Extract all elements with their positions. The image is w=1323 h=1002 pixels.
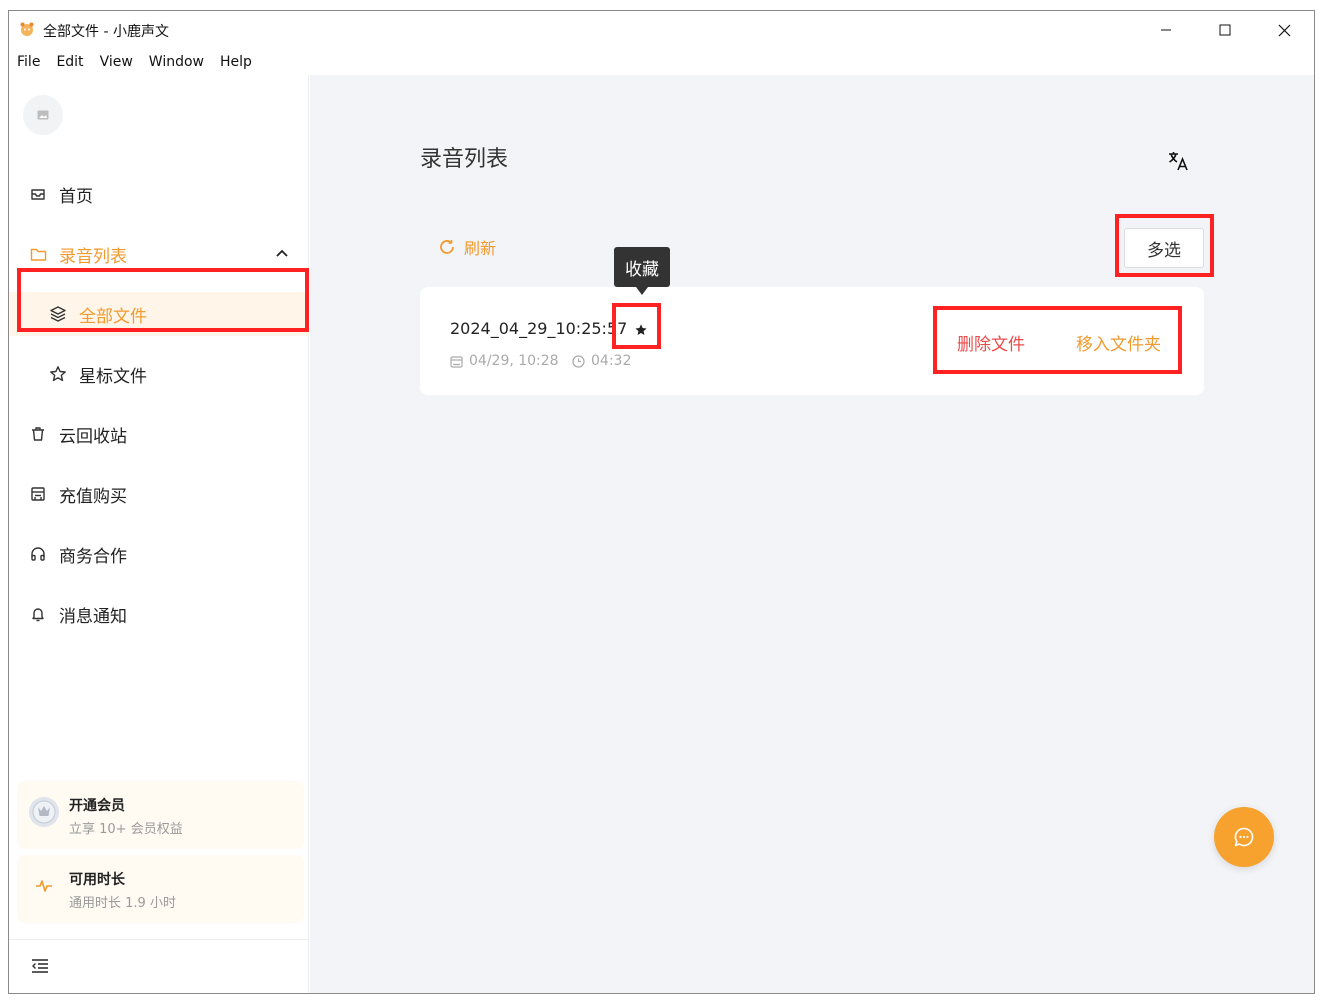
bell-icon	[29, 605, 47, 623]
image-placeholder-icon	[37, 110, 49, 120]
page-title: 录音列表	[420, 147, 509, 172]
vip-card-subtitle: 立享 10+ 会员权益	[69, 822, 183, 837]
menu-help[interactable]: Help	[212, 54, 260, 70]
avatar[interactable]	[23, 95, 63, 135]
folder-icon	[29, 245, 47, 263]
vip-card[interactable]: 开通会员 立享 10+ 会员权益	[17, 781, 304, 849]
sidebar-item-label: 全部文件	[79, 306, 147, 327]
favorite-button[interactable]	[630, 319, 652, 341]
inbox-icon	[29, 185, 47, 203]
refresh-icon	[438, 238, 456, 256]
star-outline-icon	[49, 365, 67, 383]
layers-icon	[49, 305, 67, 323]
time-card-subtitle: 通用时长 1.9 小时	[69, 896, 176, 911]
sidebar-item-label: 首页	[59, 186, 93, 207]
calendar-icon	[450, 355, 463, 368]
menu-window[interactable]: Window	[141, 54, 212, 70]
multi-select-button[interactable]: 多选	[1124, 228, 1204, 268]
menu-edit[interactable]: Edit	[48, 54, 91, 70]
sidebar: 首页 录音列表 全部文件 星标文件 云回收站 充值购买 商务合作 消息通知 开通…	[9, 75, 309, 993]
file-duration: 04:32	[572, 353, 631, 369]
collapse-sidebar-button[interactable]	[29, 955, 51, 977]
file-date-text: 04/29, 10:28	[469, 353, 559, 369]
sidebar-item-label: 录音列表	[59, 246, 127, 267]
maximize-button[interactable]	[1196, 11, 1254, 49]
sidebar-item-label: 消息通知	[59, 606, 127, 627]
sidebar-item-label: 商务合作	[59, 546, 127, 567]
sidebar-item-recordings[interactable]: 录音列表	[9, 232, 309, 276]
store-icon	[29, 485, 47, 503]
file-list-item[interactable]: 2024_04_29_10:25:57 04/29, 10:28 04:32 删…	[420, 287, 1204, 395]
translate-button[interactable]	[1166, 149, 1190, 173]
app-logo-icon	[20, 22, 34, 36]
sidebar-item-business[interactable]: 商务合作	[9, 532, 309, 576]
sidebar-item-home[interactable]: 首页	[9, 172, 309, 216]
move-to-folder-button[interactable]: 移入文件夹	[1076, 330, 1161, 355]
close-icon	[1278, 24, 1290, 36]
app-window: 全部文件 - 小鹿声文 File Edit View Window Help 首…	[8, 10, 1315, 994]
trash-icon	[29, 425, 47, 443]
file-name: 2024_04_29_10:25:57	[450, 319, 628, 338]
menu-file[interactable]: File	[9, 54, 48, 70]
delete-file-button[interactable]: 删除文件	[957, 330, 1025, 355]
menu-collapse-icon	[32, 959, 48, 973]
menu-bar: File Edit View Window Help	[9, 49, 260, 75]
vip-card-title: 开通会员	[69, 798, 125, 814]
file-date: 04/29, 10:28	[450, 353, 559, 369]
sidebar-item-label: 云回收站	[59, 426, 127, 447]
sidebar-item-starred[interactable]: 星标文件	[9, 352, 309, 396]
menu-view[interactable]: View	[92, 54, 141, 70]
star-filled-icon	[635, 324, 647, 335]
headphones-icon	[29, 545, 47, 563]
clock-icon	[572, 354, 585, 368]
refresh-button[interactable]: 刷新	[438, 235, 496, 259]
sidebar-divider	[9, 939, 309, 940]
main-content: 录音列表 刷新 多选 2024_04_29_10:25:57 04/29, 10…	[310, 75, 1314, 993]
maximize-icon	[1219, 24, 1231, 36]
chevron-up-icon[interactable]	[275, 246, 289, 260]
window-title: 全部文件 - 小鹿声文	[43, 24, 169, 40]
available-time-card[interactable]: 可用时长 通用时长 1.9 小时	[17, 855, 304, 923]
sidebar-item-purchase[interactable]: 充值购买	[9, 472, 309, 516]
vip-badge-icon	[27, 795, 61, 829]
title-bar: 全部文件 - 小鹿声文	[9, 11, 1314, 49]
sidebar-item-label: 星标文件	[79, 366, 147, 387]
sidebar-item-all-files[interactable]: 全部文件	[9, 292, 309, 336]
time-card-title: 可用时长	[69, 872, 125, 888]
sidebar-item-notifications[interactable]: 消息通知	[9, 592, 309, 636]
file-duration-text: 04:32	[591, 353, 632, 369]
sidebar-item-label: 充值购买	[59, 486, 127, 507]
close-button[interactable]	[1255, 11, 1313, 49]
chat-bubble-icon	[1234, 827, 1254, 847]
minimize-button[interactable]	[1137, 11, 1195, 49]
pulse-icon	[27, 869, 61, 903]
sidebar-item-recycle-bin[interactable]: 云回收站	[9, 412, 309, 456]
translate-icon	[1169, 152, 1188, 171]
minimize-icon	[1161, 29, 1171, 31]
favorite-tooltip: 收藏	[614, 247, 670, 295]
chat-support-button[interactable]	[1214, 807, 1274, 867]
refresh-label: 刷新	[464, 239, 497, 258]
